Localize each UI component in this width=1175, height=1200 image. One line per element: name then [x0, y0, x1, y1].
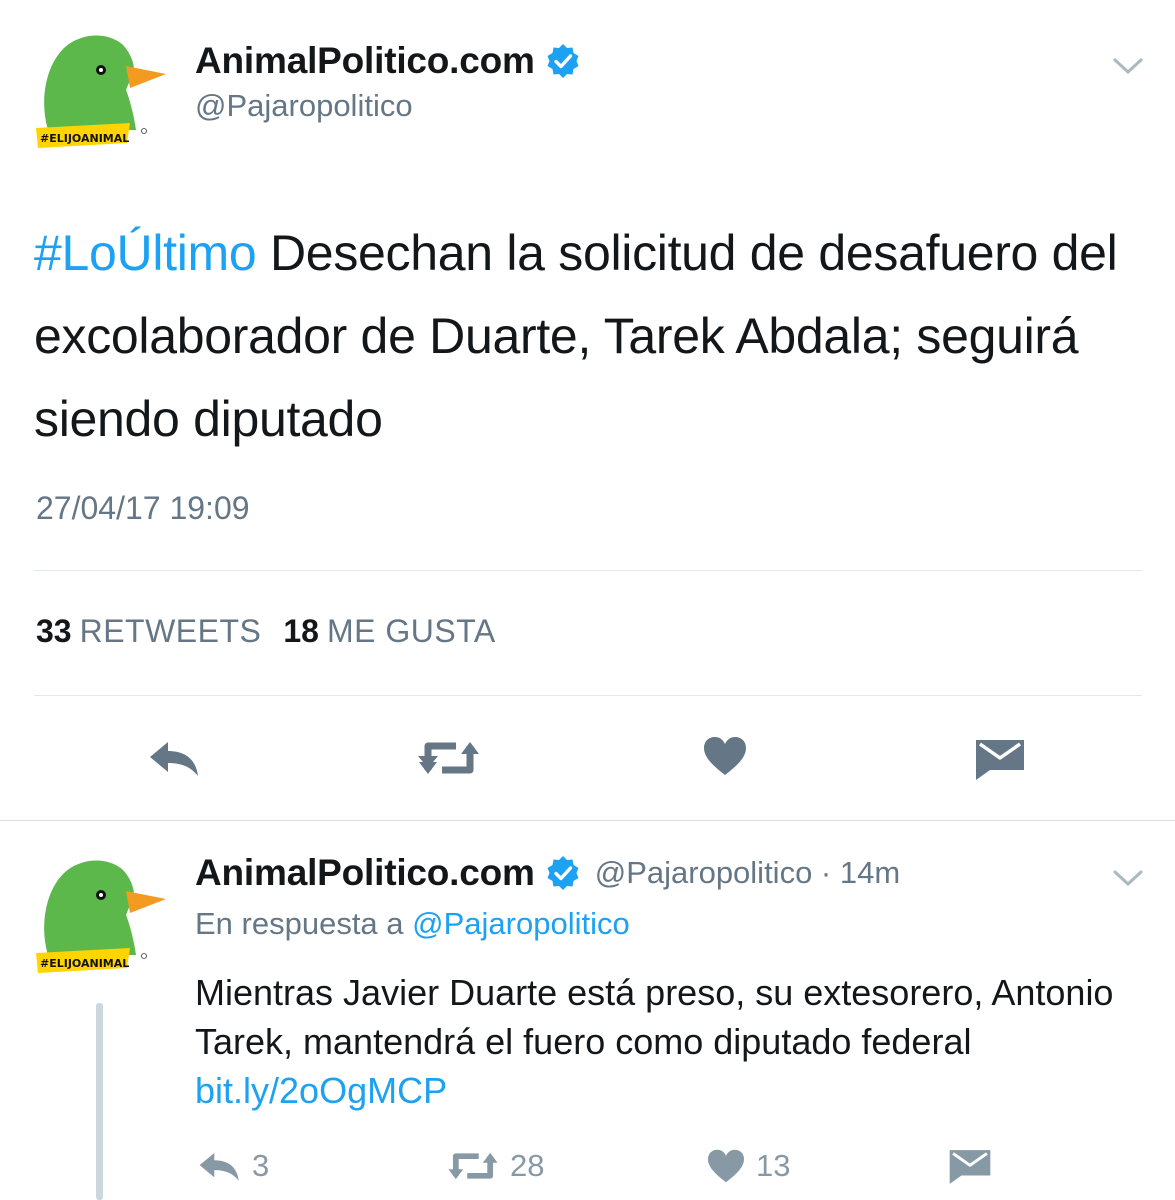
like-action[interactable]: 13	[706, 1148, 790, 1184]
dm-action[interactable]	[948, 1148, 1002, 1186]
retweets-stat[interactable]: 33 RETWEETS	[36, 613, 283, 649]
reply-text: Mientras Javier Duarte está preso, su ex…	[195, 968, 1145, 1115]
reply-author-row: AnimalPolitico.com @Pajaropolitico · 14m	[195, 852, 900, 894]
likes-count: 18	[283, 613, 319, 649]
reply-icon[interactable]	[148, 738, 202, 778]
reply-link[interactable]: bit.ly/2oOgMCP	[195, 1070, 447, 1111]
author-name-row: AnimalPolitico.com	[195, 40, 581, 82]
retweet-count: 28	[510, 1148, 545, 1183]
tweet-timestamp: 27/04/17 19:09	[36, 490, 250, 526]
hashtag-link[interactable]: #LoÚltimo	[34, 225, 257, 281]
heart-icon	[708, 1149, 744, 1183]
like-count: 13	[756, 1148, 791, 1183]
reply-action[interactable]: 3	[198, 1148, 269, 1184]
retweet-action[interactable]: 28	[446, 1148, 544, 1184]
retweet-icon[interactable]	[416, 736, 482, 780]
envelope-icon	[949, 1150, 991, 1184]
svg-text:#ELIJOANIMAL: #ELIJOANIMAL	[40, 957, 129, 970]
heart-icon[interactable]	[702, 735, 748, 777]
reply-avatar[interactable]: #ELIJOANIMAL	[34, 855, 169, 975]
svg-text:#ELIJOANIMAL: #ELIJOANIMAL	[40, 132, 129, 145]
likes-stat[interactable]: 18 ME GUSTA	[283, 613, 517, 649]
tweet-stats: 33 RETWEETS 18 ME GUSTA	[36, 613, 518, 650]
divider	[34, 695, 1142, 696]
chevron-down-icon[interactable]	[1112, 56, 1144, 76]
reply-icon	[199, 1152, 239, 1181]
retweet-icon	[448, 1152, 498, 1180]
chevron-down-icon[interactable]	[1112, 868, 1144, 888]
verified-badge-icon	[545, 43, 581, 79]
verified-badge-icon	[545, 855, 581, 891]
tweet-text: #LoÚltimo Desechan la solicitud de desaf…	[34, 212, 1144, 461]
retweets-count: 33	[36, 613, 72, 649]
envelope-icon[interactable]	[974, 738, 1026, 782]
in-reply-prefix: En respuesta a	[195, 906, 413, 941]
author-handle[interactable]: @Pajaropolitico	[195, 88, 413, 124]
parrot-logo-icon: #ELIJOANIMAL	[36, 35, 166, 148]
main-tweet: #ELIJOANIMAL AnimalPolitico.com @Pajarop…	[0, 0, 1175, 820]
retweets-label: RETWEETS	[79, 613, 262, 649]
reply-body: Mientras Javier Duarte está preso, su ex…	[195, 972, 1114, 1062]
avatar[interactable]: #ELIJOANIMAL	[34, 30, 169, 150]
in-reply-mention[interactable]: @Pajaropolitico	[412, 906, 630, 941]
in-reply-to: En respuesta a @Pajaropolitico	[195, 906, 630, 942]
author-name[interactable]: AnimalPolitico.com	[195, 40, 535, 82]
reply-count: 3	[252, 1148, 270, 1183]
likes-label: ME GUSTA	[326, 613, 496, 649]
reply-action-bar: 3 28 13	[0, 1148, 1175, 1198]
reply-author-name[interactable]: AnimalPolitico.com	[195, 852, 535, 894]
reply-handle-time[interactable]: @Pajaropolitico · 14m	[595, 855, 900, 891]
section-divider	[0, 820, 1175, 821]
divider	[34, 570, 1142, 571]
parrot-logo-icon: #ELIJOANIMAL	[36, 860, 166, 973]
